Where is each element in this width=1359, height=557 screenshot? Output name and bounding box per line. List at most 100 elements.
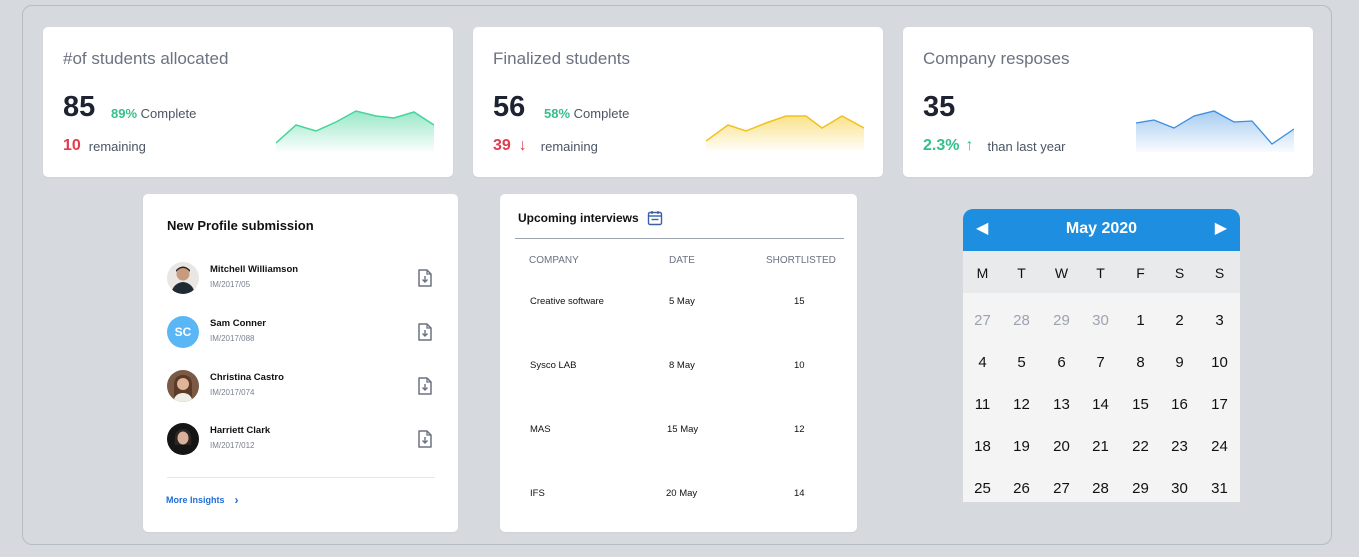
stat-remaining-value: 39 [493,137,511,154]
arrow-up-icon: ↑ [965,137,974,154]
arrow-down-icon: ↓ [518,137,527,154]
calendar-day[interactable]: 1 [1121,312,1160,329]
calendar-header: ◀ May 2020 ▶ [963,209,1240,251]
calendar-day[interactable]: 5 [1002,354,1041,371]
calendar-day[interactable]: 19 [1002,438,1041,455]
more-insights-label: More Insights [166,495,225,505]
stat-percent: 58% Complete [544,106,629,121]
calendar-days-grid: 27 28 29 30 1 2 3 4 5 6 7 8 9 10 11 12 13 14 15 16 17 18 19 20 2… [963,293,1240,502]
card-title-label: Upcoming interviews [518,211,639,225]
calendar-day-other-month[interactable]: 30 [1081,312,1120,329]
stat-value: 35 [923,91,956,123]
profile-item[interactable]: SC Sam Conner IM/2017/088 [167,316,435,350]
calendar-day[interactable]: 17 [1200,396,1239,413]
weekday-label: T [1096,265,1105,281]
calendar-day[interactable]: 10 [1200,354,1239,371]
calendar-day[interactable]: 6 [1042,354,1081,371]
date-cell: 8 May [669,360,695,371]
stat-remaining-value: 10 [63,137,81,154]
calendar-day[interactable]: 24 [1200,438,1239,455]
calendar-day[interactable]: 20 [1042,438,1081,455]
company-cell: Creative software [530,296,604,307]
calendar-widget: ◀ May 2020 ▶ MTWTFSS 27 28 29 30 1 2 3 4 5 6 7 8 9 10… [963,209,1240,502]
weekday-label: S [1174,265,1185,281]
calendar-day[interactable]: 28 [1081,480,1120,497]
calendar-day[interactable]: 29 [1121,480,1160,497]
date-cell: 5 May [669,296,695,307]
calendar-day[interactable]: 13 [1042,396,1081,413]
profile-name: Harriett Clark [210,425,271,436]
calendar-day-other-month[interactable]: 28 [1002,312,1041,329]
profile-id: IM/2017/074 [210,388,255,397]
calendar-day[interactable]: 18 [963,438,1002,455]
next-month-icon[interactable]: ▶ [1215,218,1227,238]
profile-submission-card: New Profile submission Mitchell Williams… [143,194,458,532]
stat-remaining: 39 ↓ remaining [493,137,598,155]
calendar-day[interactable]: 21 [1081,438,1120,455]
profile-item[interactable]: Mitchell Williamson IM/2017/05 [167,262,435,296]
download-document-icon[interactable] [417,269,433,287]
calendar-day-other-month[interactable]: 29 [1042,312,1081,329]
calendar-day[interactable]: 12 [1002,396,1041,413]
stat-value: 56 [493,91,526,123]
profile-name: Christina Castro [210,372,284,383]
calendar-day[interactable]: 7 [1081,354,1120,371]
sparkline-chart [276,110,434,152]
stat-remaining: 10 remaining [63,137,146,155]
shortlisted-cell: 10 [794,360,805,371]
stat-remaining-label: remaining [88,138,146,154]
calendar-day[interactable]: 25 [963,480,1002,497]
avatar [167,262,199,294]
stat-change: 2.3% ↑ than last year [923,137,1066,155]
profile-id: IM/2017/012 [210,441,255,450]
calendar-day[interactable]: 22 [1121,438,1160,455]
calendar-day[interactable]: 31 [1200,480,1239,497]
weekday-row: MTWTFSS [963,251,1240,293]
profile-item[interactable]: Christina Castro IM/2017/074 [167,370,435,404]
calendar-day[interactable]: 26 [1002,480,1041,497]
stat-title: Company resposes [923,49,1070,68]
calendar-day[interactable]: 2 [1160,312,1199,329]
stat-percent-label: Complete [573,106,630,121]
calendar-icon [647,211,662,226]
calendar-day[interactable]: 27 [1042,480,1081,497]
stat-change-value: 2.3% [923,137,960,154]
weekday-label: M [976,265,989,281]
company-cell: IFS [530,488,545,499]
download-document-icon[interactable] [417,323,433,341]
calendar-day[interactable]: 11 [963,396,1002,413]
calendar-day-other-month[interactable]: 27 [963,312,1002,329]
date-cell: 20 May [666,488,698,499]
calendar-day[interactable]: 8 [1121,354,1160,371]
divider [167,477,435,478]
stat-card-finalized: Finalized students 56 58% Complete 39 ↓ … [473,27,883,177]
calendar-day[interactable]: 9 [1160,354,1199,371]
weekday-label: W [1054,265,1069,281]
profile-name: Mitchell Williamson [210,264,299,275]
card-title: New Profile submission [167,218,314,233]
calendar-day[interactable]: 23 [1160,438,1199,455]
calendar-day[interactable]: 4 [963,354,1002,371]
download-document-icon[interactable] [417,377,433,395]
calendar-day[interactable]: 16 [1160,396,1199,413]
avatar [167,423,199,455]
more-insights-link[interactable]: More Insights › [166,493,239,507]
stat-card-allocated: #of students allocated 85 89% Complete 1… [43,27,453,177]
stat-percent-value: 58% [544,106,571,121]
column-header-shortlisted: SHORTLISTED [766,255,836,266]
shortlisted-cell: 14 [794,488,805,499]
weekday-label: S [1214,265,1225,281]
download-document-icon[interactable] [417,430,433,448]
card-title: Upcoming interviews [518,210,663,226]
stat-card-company-responses: Company resposes 35 2.3% ↑ than last yea… [903,27,1313,177]
calendar-day[interactable]: 15 [1121,396,1160,413]
calendar-day[interactable]: 3 [1200,312,1239,329]
shortlisted-cell: 15 [794,296,805,307]
stat-percent: 89% Complete [111,106,196,121]
date-cell: 15 May [667,424,699,435]
divider [515,238,844,239]
company-cell: Sysco LAB [530,360,577,371]
calendar-day[interactable]: 30 [1160,480,1199,497]
calendar-day[interactable]: 14 [1081,396,1120,413]
profile-item[interactable]: Harriett Clark IM/2017/012 [167,423,435,457]
